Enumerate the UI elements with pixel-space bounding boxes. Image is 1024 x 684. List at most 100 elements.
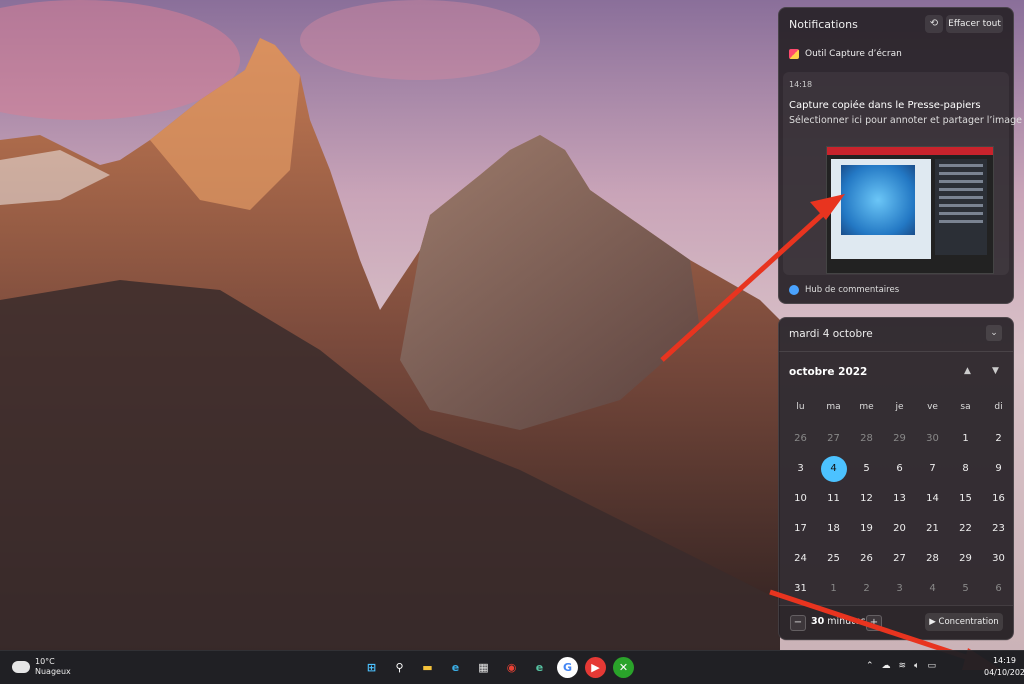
feedback-hub-icon [789, 285, 799, 295]
weekday-0: lu [796, 402, 805, 412]
chrome-icon[interactable]: ◉ [501, 657, 522, 678]
weekday-3: je [895, 402, 904, 412]
calendar-day[interactable]: 20 [887, 516, 913, 542]
calendar-day[interactable]: 1 [953, 426, 979, 452]
edge-beta-icon[interactable]: e [529, 657, 550, 678]
youtube-music-icon[interactable]: ▶ [585, 657, 606, 678]
calendar-day[interactable]: 2 [986, 426, 1012, 452]
calendar-day[interactable]: 21 [920, 516, 946, 542]
calendar-day[interactable]: 4 [920, 576, 946, 602]
calendar-day[interactable]: 11 [821, 486, 847, 512]
calendar-day[interactable]: 14 [920, 486, 946, 512]
weekday-4: ve [927, 402, 938, 412]
xbox-icon[interactable]: ✕ [613, 657, 634, 678]
calendar-day-today[interactable]: 4 [820, 456, 847, 482]
store-icon[interactable]: ▦ [473, 657, 494, 678]
start-focus-button[interactable]: ▶ Concentration [925, 613, 1003, 631]
thumbnail-browser-bar [827, 147, 993, 155]
weekday-2: me [859, 402, 874, 412]
calendar-month[interactable]: octobre 2022 [789, 366, 867, 378]
calendar-day[interactable]: 26 [854, 546, 880, 572]
calendar-day[interactable]: 27 [821, 426, 847, 452]
calendar-day[interactable]: 28 [854, 426, 880, 452]
calendar-day[interactable]: 10 [788, 486, 814, 512]
weekday-1: ma [826, 402, 841, 412]
chevron-up-icon[interactable]: ⌃ [866, 661, 874, 671]
calendar-day[interactable]: 23 [986, 516, 1012, 542]
edge-icon[interactable]: e [445, 657, 466, 678]
calendar-day[interactable]: 6 [887, 456, 913, 482]
clear-all-button[interactable]: Effacer tout [946, 15, 1003, 33]
screenshot-thumbnail[interactable] [826, 146, 994, 274]
calendar-day[interactable]: 30 [986, 546, 1012, 572]
cloud-icon [12, 661, 30, 673]
start-icon[interactable]: ⊞ [361, 657, 382, 678]
calendar-day[interactable]: 22 [953, 516, 979, 542]
onedrive-icon[interactable]: ☁ [882, 661, 891, 671]
weather-widget[interactable]: 10°C Nuageux [12, 657, 71, 677]
calendar-day[interactable]: 16 [986, 486, 1012, 512]
file-explorer-icon[interactable]: ▬ [417, 657, 438, 678]
thumbnail-sidebar [935, 159, 987, 255]
do-not-disturb-button[interactable]: ⟲ [925, 15, 943, 33]
google-icon[interactable]: G [557, 657, 578, 678]
calendar-day[interactable]: 30 [920, 426, 946, 452]
taskbar-apps: ⊞ ⚲ ▬ e ▦ ◉ e G ▶ ✕ [361, 657, 634, 678]
clock-time: 14:19 [992, 656, 1016, 665]
notification-center: Notifications ⟲ Effacer tout Outil Captu… [778, 7, 1022, 304]
calendar-day[interactable]: 9 [986, 456, 1012, 482]
calendar-day[interactable]: 17 [788, 516, 814, 542]
calendar-day[interactable]: 31 [788, 576, 814, 602]
notification-app-header: Outil Capture d’écran [789, 49, 902, 59]
calendar-day[interactable]: 5 [953, 576, 979, 602]
calendar-day[interactable]: 7 [920, 456, 946, 482]
calendar-day[interactable]: 5 [854, 456, 880, 482]
calendar-day[interactable]: 29 [887, 426, 913, 452]
system-tray: ⌃ ☁ ≋ 🔈︎ ▭ [866, 661, 936, 671]
previous-month-icon[interactable]: ▲ [964, 366, 971, 376]
calendar-day[interactable]: 24 [788, 546, 814, 572]
search-icon[interactable]: ⚲ [389, 657, 410, 678]
calendar-day[interactable]: 8 [953, 456, 979, 482]
weather-temperature: 10°C [35, 657, 55, 666]
clock-date: 04/10/2022 [984, 668, 1024, 677]
taskbar-clock[interactable]: 14:19 04/10/2022 [984, 655, 1024, 679]
calendar-flyout: mardi 4 octobre ⌄ octobre 2022 ▲ ▼ lu ma m… [778, 317, 1014, 641]
calendar-day[interactable]: 3 [887, 576, 913, 602]
next-month-icon[interactable]: ▼ [992, 366, 999, 376]
battery-icon[interactable]: ▭ [928, 661, 937, 671]
notification-card[interactable]: 14:18 Capture copiée dans le Presse-papi… [783, 72, 1022, 275]
calendar-day[interactable]: 18 [821, 516, 847, 542]
notifications-title: Notifications [789, 18, 858, 31]
calendar-day[interactable]: 3 [788, 456, 814, 482]
calendar-day[interactable]: 25 [821, 546, 847, 572]
notification-time: 14:18 [789, 80, 813, 89]
calendar-day[interactable]: 26 [788, 426, 814, 452]
calendar-day[interactable]: 13 [887, 486, 913, 512]
feedback-hub-notification[interactable]: Hub de commentaires [789, 285, 899, 295]
focus-session-bar: − 30 minutes + ▶ Concentration [779, 605, 1013, 641]
calendar-divider [779, 351, 1013, 352]
weekday-5: sa [960, 402, 971, 412]
calendar-day[interactable]: 29 [953, 546, 979, 572]
decrease-minutes-button[interactable]: − [790, 615, 806, 631]
calendar-day[interactable]: 15 [953, 486, 979, 512]
focus-duration: 30 minutes [811, 616, 866, 627]
windows-logo-image [841, 165, 915, 235]
taskbar: 10°C Nuageux ⊞ ⚲ ▬ e ▦ ◉ e G ▶ ✕ ⌃ ☁ ≋ 🔈︎ ▭ 14:19… [0, 650, 1024, 684]
calendar-day[interactable]: 19 [854, 516, 880, 542]
volume-icon[interactable]: 🔈︎ [914, 661, 919, 671]
notification-title: Capture copiée dans le Presse-papiers [789, 100, 981, 111]
wifi-icon[interactable]: ≋ [899, 661, 907, 671]
calendar-day[interactable]: 6 [986, 576, 1012, 602]
calendar-date-header: mardi 4 octobre [789, 328, 873, 340]
weather-condition: Nuageux [35, 667, 71, 676]
calendar-day[interactable]: 28 [920, 546, 946, 572]
calendar-day[interactable]: 12 [854, 486, 880, 512]
calendar-day[interactable]: 2 [854, 576, 880, 602]
calendar-day[interactable]: 27 [887, 546, 913, 572]
increase-minutes-button[interactable]: + [866, 615, 882, 631]
notification-subtitle: Sélectionner ici pour annoter et partage… [789, 115, 1022, 126]
calendar-day[interactable]: 1 [821, 576, 847, 602]
collapse-calendar-button[interactable]: ⌄ [986, 325, 1002, 341]
